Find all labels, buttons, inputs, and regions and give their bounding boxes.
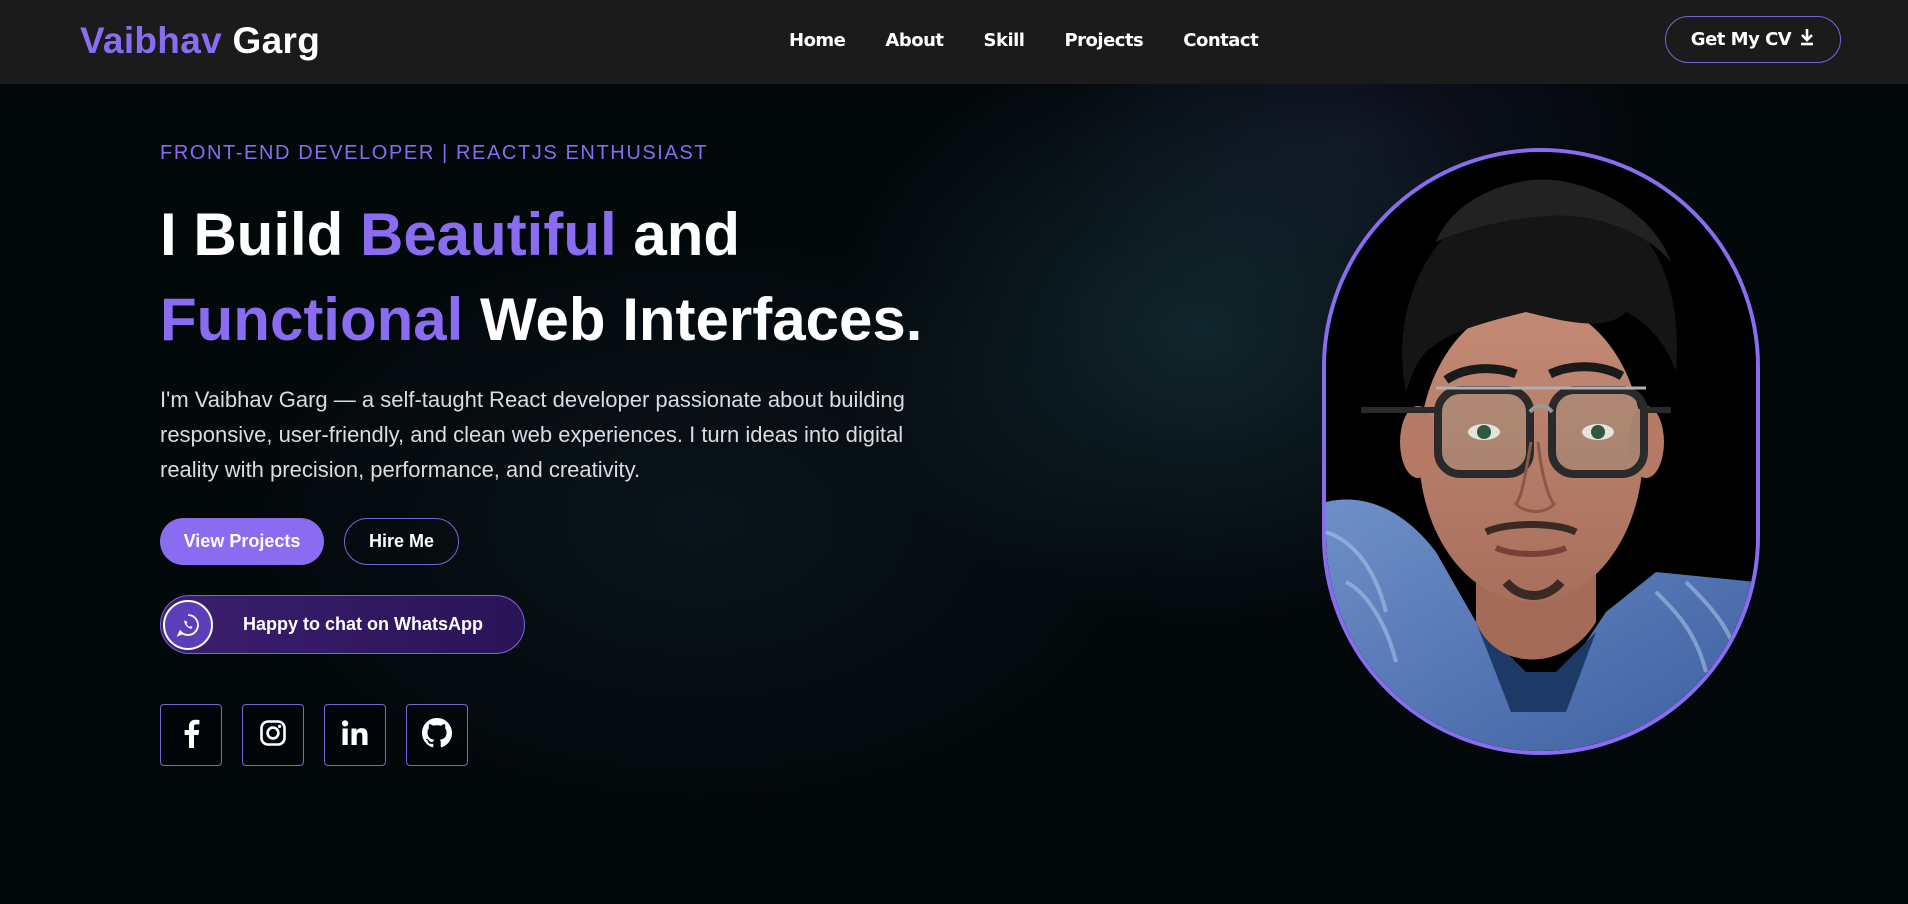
- get-cv-button[interactable]: Get My CV: [1665, 16, 1841, 63]
- logo-last-name: Garg: [232, 20, 321, 61]
- instagram-icon: [259, 719, 287, 752]
- profile-photo-illustration: [1326, 152, 1756, 751]
- view-projects-button[interactable]: View Projects: [160, 518, 324, 565]
- hero-description: I'm Vaibhav Garg — a self-taught React d…: [160, 387, 905, 482]
- headline-accent-1: Beautiful: [359, 201, 617, 268]
- github-link[interactable]: [406, 704, 468, 766]
- github-icon: [422, 717, 452, 753]
- whatsapp-button[interactable]: Happy to chat on WhatsApp: [160, 595, 525, 654]
- facebook-icon: [181, 718, 201, 753]
- whatsapp-label: Happy to chat on WhatsApp: [243, 614, 483, 634]
- logo[interactable]: Vaibhav Garg: [80, 20, 320, 62]
- linkedin-link[interactable]: [324, 704, 386, 766]
- nav-link-home[interactable]: Home: [789, 30, 846, 51]
- nav-link-projects[interactable]: Projects: [1064, 30, 1143, 51]
- logo-first-name: Vaibhav: [80, 20, 222, 61]
- hero-headline: I Build Beautiful and Functional Web Int…: [160, 192, 1060, 362]
- nav-link-contact[interactable]: Contact: [1183, 30, 1258, 51]
- instagram-link[interactable]: [242, 704, 304, 766]
- get-cv-label: Get My CV: [1690, 29, 1792, 50]
- main-menu: Home About Skill Projects Contact: [789, 30, 1259, 51]
- headline-accent-2: Functional: [160, 286, 464, 353]
- profile-photo: [1322, 148, 1760, 755]
- social-links: [160, 704, 468, 766]
- headline-part-1: I Build: [160, 201, 360, 268]
- download-icon: [1799, 28, 1815, 51]
- headline-part-2: and: [616, 201, 740, 268]
- hero-tagline: FRONT-END DEVELOPER | REACTJS ENTHUSIAST: [160, 142, 709, 164]
- headline-part-3: Web Interfaces.: [463, 286, 923, 353]
- navbar: Vaibhav Garg Home About Skill Projects C…: [0, 0, 1908, 84]
- whatsapp-icon: [163, 599, 213, 650]
- nav-link-skill[interactable]: Skill: [984, 30, 1025, 51]
- page: Vaibhav Garg Home About Skill Projects C…: [0, 0, 1908, 904]
- hire-me-button[interactable]: Hire Me: [344, 518, 459, 565]
- facebook-link[interactable]: [160, 704, 222, 766]
- linkedin-icon: [341, 719, 369, 752]
- nav-link-about[interactable]: About: [885, 30, 944, 51]
